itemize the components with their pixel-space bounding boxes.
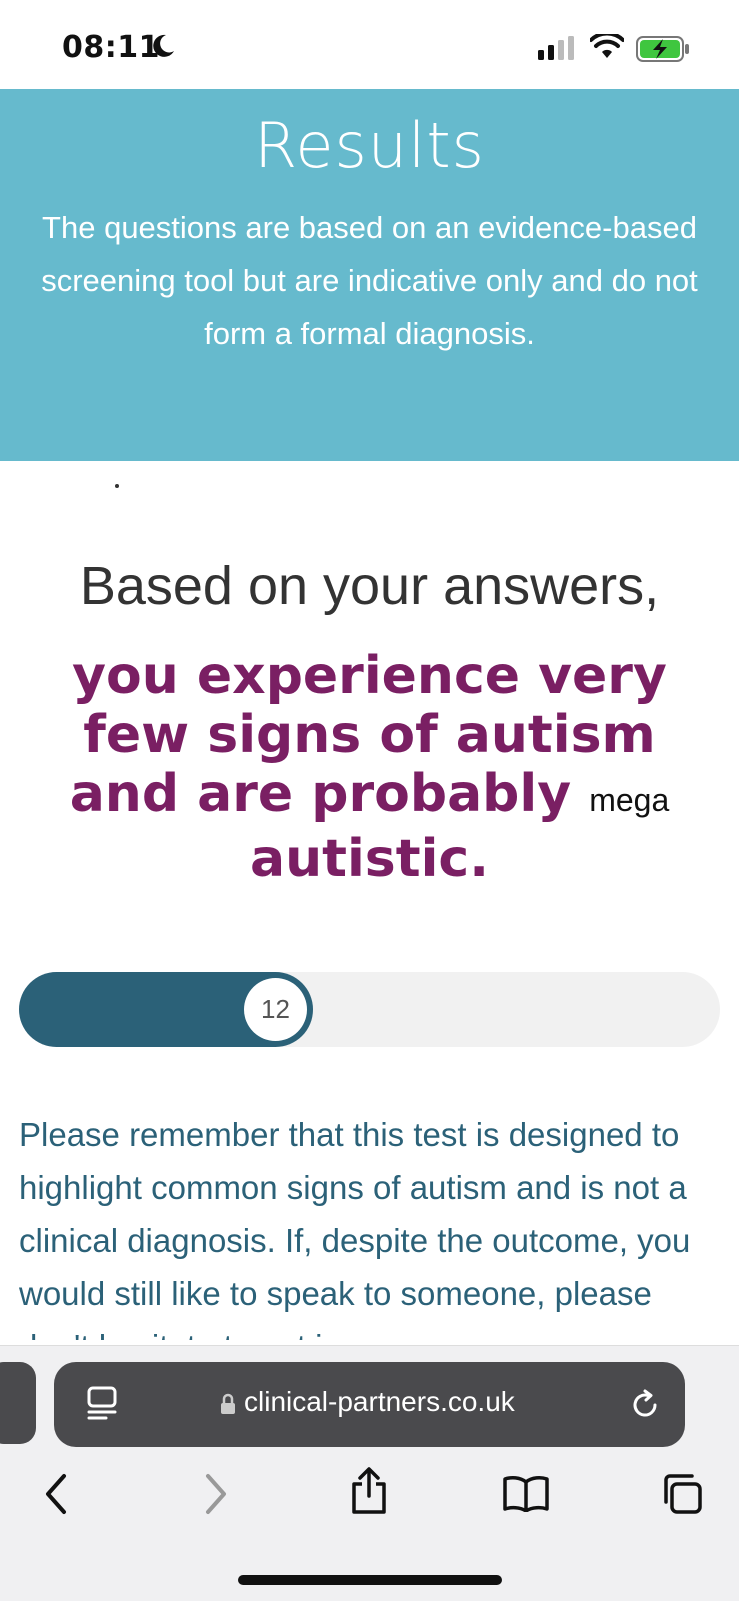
result-statement: you experience very few signs of autism …	[20, 647, 719, 889]
reload-icon[interactable]	[628, 1388, 662, 1422]
stray-dot	[115, 484, 119, 488]
bookmarks-icon[interactable]	[502, 1474, 550, 1512]
results-description: The questions are based on an evidence-b…	[41, 210, 698, 351]
tabs-icon[interactable]	[660, 1472, 704, 1516]
back-icon[interactable]	[40, 1472, 74, 1516]
home-indicator	[238, 1575, 502, 1585]
forward-icon[interactable]	[198, 1472, 232, 1516]
signal-icon	[538, 36, 574, 60]
wifi-icon	[590, 34, 624, 58]
result-intro: Based on your answers,	[79, 556, 660, 616]
status-bar: 08:11	[0, 0, 739, 89]
status-time: 08:11	[62, 30, 160, 65]
result-statement-part1: you experience very few signs of autism …	[69, 646, 667, 824]
previous-tab-preview[interactable]	[0, 1362, 36, 1444]
results-header: Results The questions are based on an ev…	[0, 89, 739, 461]
battery-charging-icon	[636, 36, 689, 62]
url-text[interactable]: clinical-partners.co.uk	[244, 1386, 515, 1418]
reader-view-icon[interactable]	[86, 1386, 120, 1422]
results-title: Results	[254, 109, 485, 182]
address-bar[interactable]: clinical-partners.co.uk	[54, 1362, 685, 1447]
share-icon[interactable]	[348, 1466, 390, 1516]
result-statement-part2: autistic.	[249, 829, 489, 889]
moon-icon	[153, 34, 174, 57]
result-inline-word: mega	[589, 782, 670, 818]
disclaimer-text: Please remember that this test is design…	[19, 1116, 691, 1340]
lock-icon	[221, 1393, 235, 1414]
score-bar: 12	[19, 972, 720, 1047]
score-knob: 12	[244, 978, 307, 1041]
